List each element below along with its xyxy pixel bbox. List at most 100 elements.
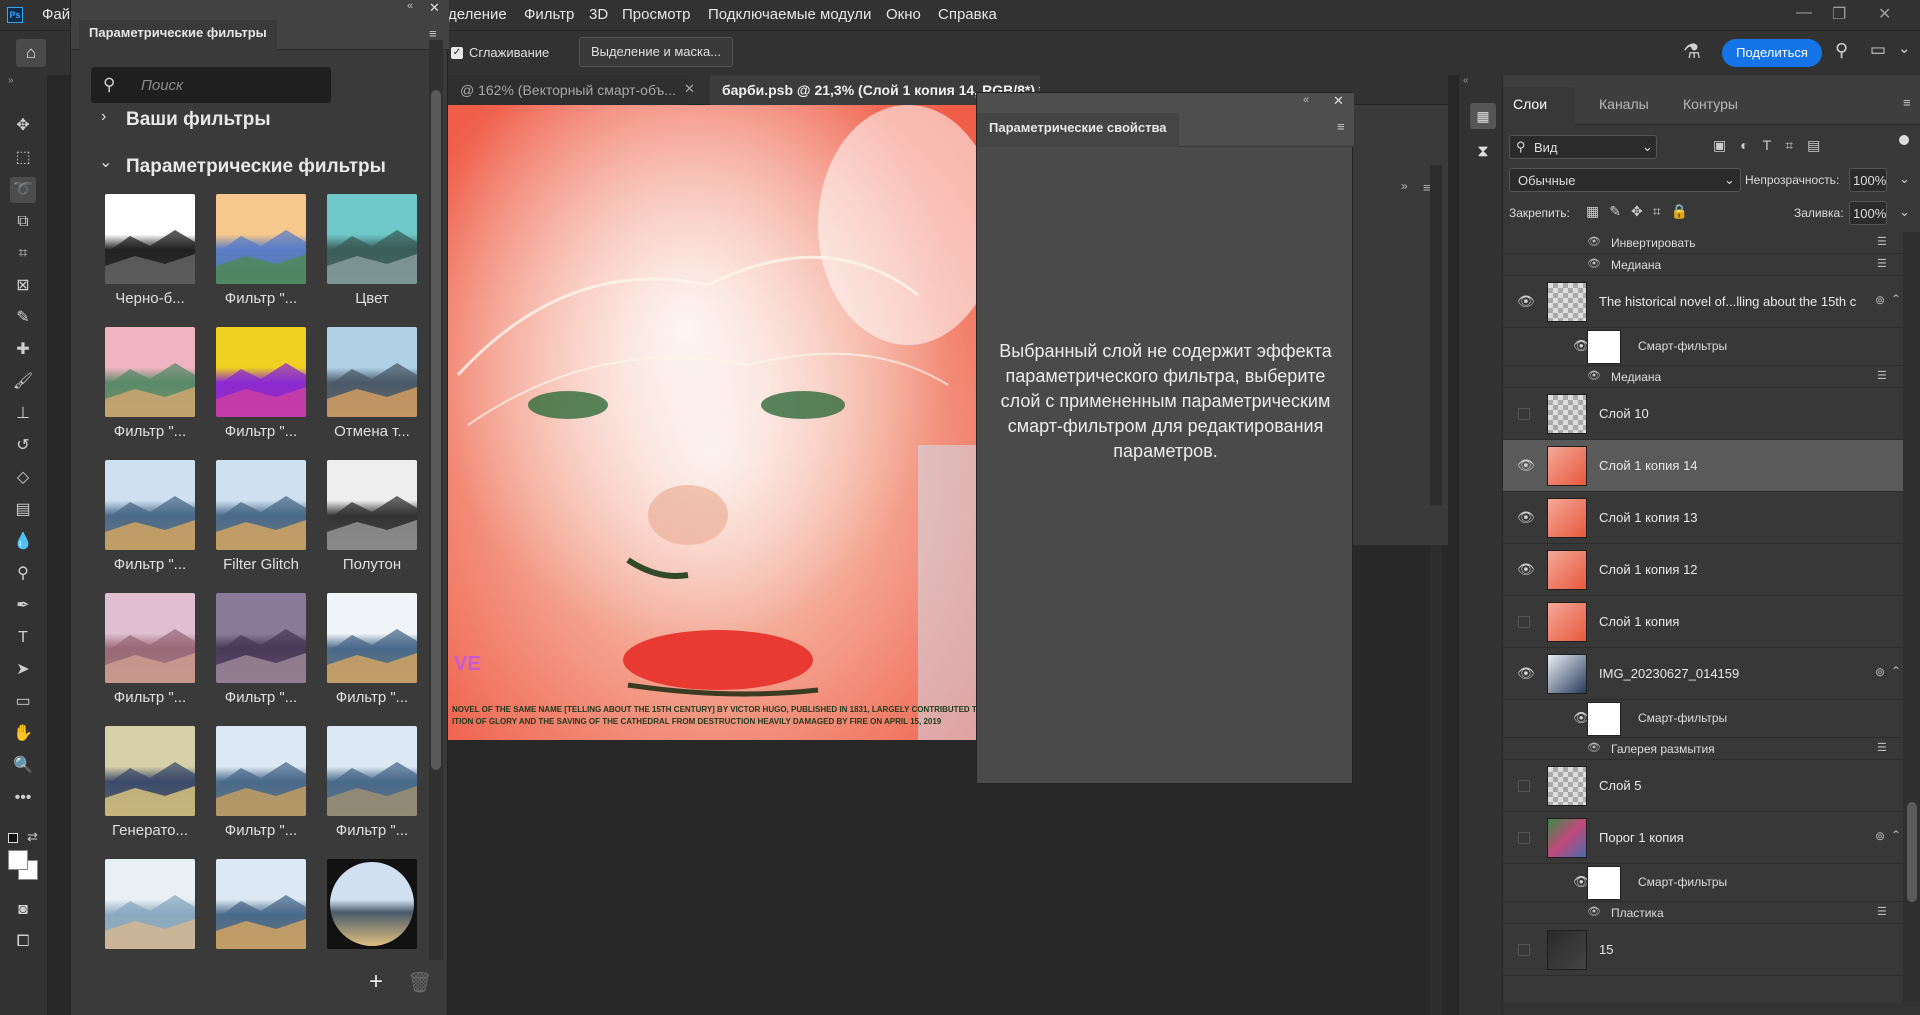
layers-menu-icon[interactable]: ≡: [1903, 95, 1911, 110]
flask-icon[interactable]: ⚗: [1683, 39, 1701, 64]
stamp-tool-icon[interactable]: ⊥: [10, 401, 36, 427]
filter-preset-item[interactable]: Фильтр "...: [212, 194, 308, 322]
blend-mode-select[interactable]: Обычные ⌄: [1509, 168, 1741, 192]
panel-expand-icon[interactable]: »: [1401, 179, 1408, 193]
layer-row[interactable]: 15: [1503, 924, 1903, 976]
properties-menu-icon[interactable]: ≡: [1337, 119, 1345, 134]
menu-window[interactable]: Окно: [886, 6, 921, 23]
eye-icon[interactable]: 👁: [1517, 561, 1535, 578]
filters-scroll-thumb[interactable]: [431, 90, 441, 770]
history-icon[interactable]: ⧗: [1470, 139, 1496, 165]
fill-chevron-icon[interactable]: ⌄: [1899, 204, 1910, 220]
tab-layers[interactable]: Слои: [1513, 96, 1547, 112]
blur-tool-icon[interactable]: 💧: [10, 529, 36, 555]
layer-filter-icons[interactable]: ▣◐T⌗▤: [1713, 137, 1834, 154]
default-colors-icon[interactable]: [8, 833, 18, 843]
share-button[interactable]: Поделиться: [1722, 39, 1822, 67]
layer-row[interactable]: Порог 1 копия ⊚ ⌃: [1503, 812, 1903, 864]
history-brush-tool-icon[interactable]: ↺: [10, 433, 36, 459]
filter-preset-item[interactable]: Полутон: [323, 460, 419, 588]
gradient-tool-icon[interactable]: ▤: [10, 497, 36, 523]
marquee-tool-icon[interactable]: ⬚: [10, 145, 36, 171]
filter-effect-row[interactable]: 👁 Пластика ☰: [1503, 902, 1903, 924]
menu-3d[interactable]: 3D: [589, 6, 608, 23]
home-icon[interactable]: ⌂: [16, 39, 46, 67]
workspace-icon[interactable]: ▭: [1870, 40, 1886, 60]
collapse-effects-icon[interactable]: ⌃: [1891, 664, 1901, 678]
dodge-tool-icon[interactable]: ⚲: [10, 561, 36, 587]
filter-preset-item[interactable]: Фильтр "...: [212, 859, 308, 954]
tab-channels[interactable]: Каналы: [1599, 96, 1649, 112]
filter-effect-row[interactable]: 👁 Галерея размытия ☰: [1503, 738, 1903, 760]
canvas-image[interactable]: VE NOVEL OF THE SAME NAME [TELLING ABOUT…: [448, 105, 976, 740]
add-filter-icon[interactable]: +: [369, 968, 383, 996]
zoom-tool-icon[interactable]: 🔍: [10, 753, 36, 779]
doc-scrollbar-lower[interactable]: [1430, 545, 1442, 1015]
eyedropper-tool-icon[interactable]: ✎: [10, 305, 36, 331]
opacity-input[interactable]: 100%: [1849, 168, 1887, 192]
eye-icon[interactable]: 👁: [1587, 257, 1601, 270]
layers-scroll-thumb[interactable]: [1907, 802, 1917, 902]
select-and-mask-button[interactable]: Выделение и маска...: [579, 37, 733, 67]
chevron-right-icon[interactable]: ›: [101, 108, 106, 126]
layer-row[interactable]: Слой 5: [1503, 760, 1903, 812]
filter-effect-row[interactable]: 👁 Медиана ☰: [1503, 254, 1903, 276]
doc-scrollbar[interactable]: [1430, 165, 1442, 505]
filter-preset-item[interactable]: Генерато...: [101, 726, 197, 854]
visibility-toggle[interactable]: [1518, 780, 1530, 792]
filter-preset-item[interactable]: Фильтр "...: [323, 859, 419, 954]
section-parametric-filters[interactable]: Параметрические фильтры: [126, 156, 386, 178]
workspace-chevron-icon[interactable]: ⌄: [1898, 39, 1911, 57]
lasso-tool-icon[interactable]: ➰: [10, 177, 36, 203]
menu-select[interactable]: деление: [448, 6, 507, 23]
filter-preset-item[interactable]: Filter Glitch: [212, 460, 308, 588]
filter-preset-item[interactable]: Фильтр "...: [101, 460, 197, 588]
layer-row[interactable]: Слой 10: [1503, 388, 1903, 440]
close-filters-icon[interactable]: ✕: [429, 0, 440, 16]
object-select-tool-icon[interactable]: ⧉: [10, 209, 36, 235]
eye-icon[interactable]: 👁: [1517, 665, 1535, 682]
filters-tab[interactable]: Параметрические фильтры: [79, 20, 277, 50]
filter-preset-item[interactable]: Поцарап...: [101, 859, 197, 954]
fill-input[interactable]: 100%: [1849, 201, 1887, 225]
layer-row[interactable]: 👁 The historical novel of...lling about t…: [1503, 276, 1903, 328]
layer-row[interactable]: 👁 IMG_20230627_014159 ⊚ ⌃: [1503, 648, 1903, 700]
filter-preset-item[interactable]: Фильтр "...: [323, 593, 419, 721]
restore-icon[interactable]: ❐: [1832, 4, 1846, 24]
filter-preset-item[interactable]: Фильтр "...: [212, 593, 308, 721]
eye-icon[interactable]: 👁: [1587, 369, 1601, 382]
opacity-chevron-icon[interactable]: ⌄: [1899, 171, 1910, 187]
path-select-tool-icon[interactable]: ➤: [10, 657, 36, 683]
filter-options-icon[interactable]: ☰: [1877, 257, 1887, 270]
filters-menu-icon[interactable]: ≡: [429, 26, 437, 41]
menu-view[interactable]: Просмотр: [622, 6, 691, 23]
pen-tool-icon[interactable]: ✒: [10, 593, 36, 619]
eye-icon[interactable]: 👁: [1587, 235, 1601, 248]
tab-paths[interactable]: Контуры: [1683, 96, 1738, 112]
filter-preset-item[interactable]: Фильтр "...: [101, 593, 197, 721]
smoothing-checkbox[interactable]: ✓: [451, 47, 463, 59]
filter-options-icon[interactable]: ☰: [1877, 741, 1887, 754]
filter-effect-row[interactable]: 👁 Медиана ☰: [1503, 366, 1903, 388]
filter-effect-row[interactable]: 👁 Инвертировать ☰: [1503, 232, 1903, 254]
menu-file[interactable]: Фай: [42, 6, 70, 23]
menu-filter[interactable]: Фильтр: [524, 6, 574, 23]
hand-tool-icon[interactable]: ✋: [10, 721, 36, 747]
trash-icon[interactable]: 🗑: [407, 970, 432, 995]
layer-kind-filter[interactable]: ⚲ Вид ⌄: [1509, 135, 1657, 159]
move-tool-icon[interactable]: ✥: [10, 113, 36, 139]
brush-tool-icon[interactable]: 🖌: [10, 369, 36, 395]
type-tool-icon[interactable]: T: [10, 625, 36, 651]
doc-tab-vector[interactable]: @ 162% (Векторный смарт-объ...: [448, 75, 688, 105]
filter-options-icon[interactable]: ☰: [1877, 905, 1887, 918]
visibility-toggle[interactable]: [1518, 408, 1530, 420]
filter-preset-item[interactable]: Фильтр "...: [101, 327, 197, 455]
filters-search-input[interactable]: ⚲ Поиск: [91, 67, 331, 103]
eye-icon[interactable]: 👁: [1587, 741, 1601, 754]
smart-filters-row[interactable]: 👁 Смарт-фильтры: [1503, 700, 1903, 738]
layers-scrollbar[interactable]: [1903, 232, 1920, 1002]
rectangle-tool-icon[interactable]: ▭: [10, 689, 36, 715]
menu-help[interactable]: Справка: [938, 6, 997, 23]
histogram-icon[interactable]: ▦: [1470, 103, 1496, 129]
close-window-icon[interactable]: ✕: [1878, 4, 1891, 24]
